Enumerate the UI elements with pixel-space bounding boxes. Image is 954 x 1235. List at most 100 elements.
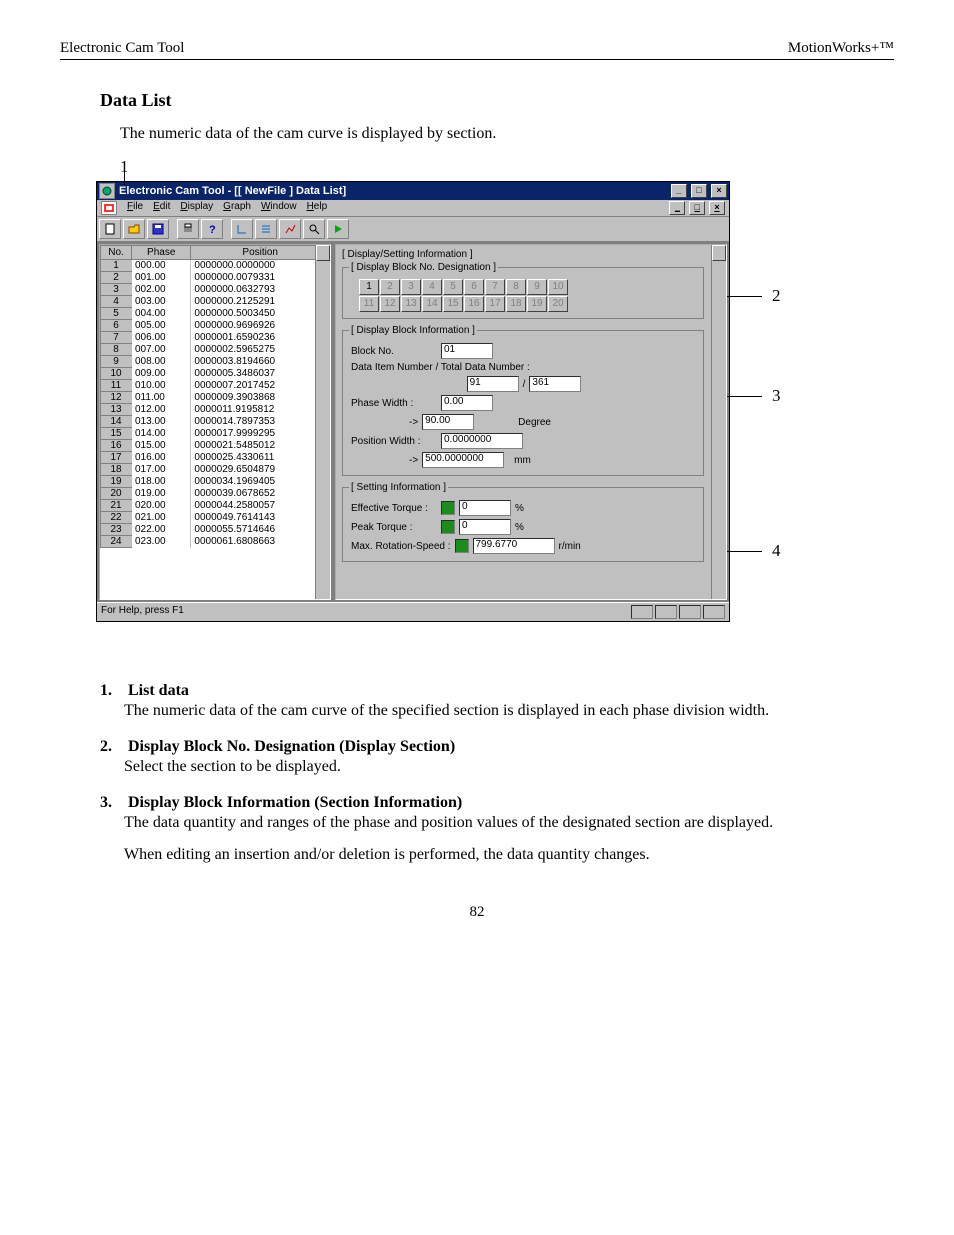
- table-row[interactable]: 20019.000000039.0678652: [101, 488, 330, 500]
- mdi-restore-button[interactable]: □: [689, 201, 705, 215]
- block-button-14[interactable]: 14: [422, 296, 442, 312]
- mdi-minimize-button[interactable]: _: [669, 201, 685, 215]
- block-button-11[interactable]: 11: [359, 296, 379, 312]
- table-row[interactable]: 17016.000000025.4330611: [101, 452, 330, 464]
- data-item-field[interactable]: 91: [467, 376, 519, 392]
- block-button-2[interactable]: 2: [380, 279, 400, 295]
- menu-bar: File Edit Display Graph Window Help _ □ …: [97, 200, 729, 217]
- table-row[interactable]: 11010.000000007.2017452: [101, 380, 330, 392]
- list-icon[interactable]: [255, 219, 277, 239]
- table-row[interactable]: 19018.000000034.1969405: [101, 476, 330, 488]
- block-button-18[interactable]: 18: [506, 296, 526, 312]
- panel-scrollbar[interactable]: [711, 245, 726, 599]
- max-rot-label: Max. Rotation-Speed :: [351, 541, 451, 552]
- run-icon[interactable]: [327, 219, 349, 239]
- table-row[interactable]: 23022.000000055.5714646: [101, 524, 330, 536]
- group-block-designation: [ Display Block No. Designation ] 123456…: [342, 262, 704, 319]
- chart-icon[interactable]: [279, 219, 301, 239]
- block-button-19[interactable]: 19: [527, 296, 547, 312]
- help-icon[interactable]: ?: [201, 219, 223, 239]
- table-row[interactable]: 13012.000000011.9195812: [101, 404, 330, 416]
- desc-2-num: 2.: [100, 738, 112, 755]
- menu-help[interactable]: Help: [307, 201, 328, 215]
- desc-3-body: The data quantity and ranges of the phas…: [124, 814, 894, 832]
- block-no-label: Block No.: [351, 346, 437, 357]
- data-grid[interactable]: No. Phase Position 1000.000000000.000000…: [99, 244, 331, 600]
- menu-display[interactable]: Display: [180, 201, 213, 215]
- table-row[interactable]: 16015.000000021.5485012: [101, 440, 330, 452]
- mdi-close-button[interactable]: ×: [709, 201, 725, 215]
- block-button-1[interactable]: 1: [359, 279, 379, 295]
- block-button-15[interactable]: 15: [443, 296, 463, 312]
- eff-torque-field[interactable]: 0: [459, 500, 511, 516]
- app-window: Electronic Cam Tool - [[ NewFile ] Data …: [96, 181, 730, 622]
- table-row[interactable]: 3002.000000000.0632793: [101, 284, 330, 296]
- block-button-4[interactable]: 4: [422, 279, 442, 295]
- table-row[interactable]: 1000.000000000.0000000: [101, 260, 330, 272]
- axis-icon[interactable]: [231, 219, 253, 239]
- position-width-label: Position Width :: [351, 436, 437, 447]
- block-button-20[interactable]: 20: [548, 296, 568, 312]
- phase-width-field[interactable]: 0.00: [441, 395, 493, 411]
- save-icon[interactable]: [147, 219, 169, 239]
- desc-3-title: Display Block Information (Section Infor…: [128, 794, 462, 811]
- peak-torque-field[interactable]: 0: [459, 519, 511, 535]
- print-icon[interactable]: [177, 219, 199, 239]
- menu-file[interactable]: File: [127, 201, 143, 215]
- minimize-button[interactable]: _: [671, 184, 687, 198]
- max-rot-field[interactable]: 799.6770: [473, 538, 555, 554]
- table-row[interactable]: 10009.000000005.3486037: [101, 368, 330, 380]
- block-button-5[interactable]: 5: [443, 279, 463, 295]
- block-no-field[interactable]: 01: [441, 343, 493, 359]
- desc-1-num: 1.: [100, 682, 112, 699]
- zoom-icon[interactable]: [303, 219, 325, 239]
- group-block-designation-label: [ Display Block No. Designation ]: [349, 262, 498, 273]
- table-row[interactable]: 22021.000000049.7614143: [101, 512, 330, 524]
- block-button-7[interactable]: 7: [485, 279, 505, 295]
- maximize-button[interactable]: □: [691, 184, 707, 198]
- table-row[interactable]: 12011.000000009.3903868: [101, 392, 330, 404]
- block-button-3[interactable]: 3: [401, 279, 421, 295]
- table-row[interactable]: 24023.000000061.6808663: [101, 536, 330, 548]
- table-row[interactable]: 21020.000000044.2580057: [101, 500, 330, 512]
- table-row[interactable]: 2001.000000000.0079331: [101, 272, 330, 284]
- block-button-6[interactable]: 6: [464, 279, 484, 295]
- table-row[interactable]: 4003.000000000.2125291: [101, 296, 330, 308]
- table-row[interactable]: 7006.000000001.6590236: [101, 332, 330, 344]
- position-max-field[interactable]: 500.0000000: [422, 452, 504, 468]
- new-icon[interactable]: [99, 219, 121, 239]
- block-button-17[interactable]: 17: [485, 296, 505, 312]
- col-phase: Phase: [132, 246, 191, 260]
- svg-text:?: ?: [209, 224, 216, 235]
- table-row[interactable]: 5004.000000000.5003450: [101, 308, 330, 320]
- group-block-info: [ Display Block Information ] Block No. …: [342, 325, 704, 476]
- toolbar: ?: [97, 217, 729, 242]
- desc-3-body2: When editing an insertion and/or deletio…: [124, 846, 894, 864]
- max-rot-indicator: [455, 539, 469, 553]
- data-total-field: 361: [529, 376, 581, 392]
- eff-torque-indicator: [441, 501, 455, 515]
- block-button-13[interactable]: 13: [401, 296, 421, 312]
- menu-window[interactable]: Window: [261, 201, 297, 215]
- mdi-icon: [101, 201, 117, 215]
- table-row[interactable]: 9008.000000003.8194660: [101, 356, 330, 368]
- table-row[interactable]: 18017.000000029.6504879: [101, 464, 330, 476]
- menu-graph[interactable]: Graph: [223, 201, 251, 215]
- menu-edit[interactable]: Edit: [153, 201, 170, 215]
- table-row[interactable]: 8007.000000002.5965275: [101, 344, 330, 356]
- table-row[interactable]: 15014.000000017.9999295: [101, 428, 330, 440]
- open-icon[interactable]: [123, 219, 145, 239]
- block-button-16[interactable]: 16: [464, 296, 484, 312]
- header-left: Electronic Cam Tool: [60, 40, 184, 57]
- block-button-8[interactable]: 8: [506, 279, 526, 295]
- phase-max-field[interactable]: 90.00: [422, 414, 474, 430]
- app-icon: [99, 183, 115, 199]
- block-button-10[interactable]: 10: [548, 279, 568, 295]
- block-button-12[interactable]: 12: [380, 296, 400, 312]
- table-row[interactable]: 14013.000000014.7897353: [101, 416, 330, 428]
- table-row[interactable]: 6005.000000000.9696926: [101, 320, 330, 332]
- close-button[interactable]: ×: [711, 184, 727, 198]
- grid-scrollbar[interactable]: [315, 245, 330, 599]
- position-width-field[interactable]: 0.0000000: [441, 433, 523, 449]
- block-button-9[interactable]: 9: [527, 279, 547, 295]
